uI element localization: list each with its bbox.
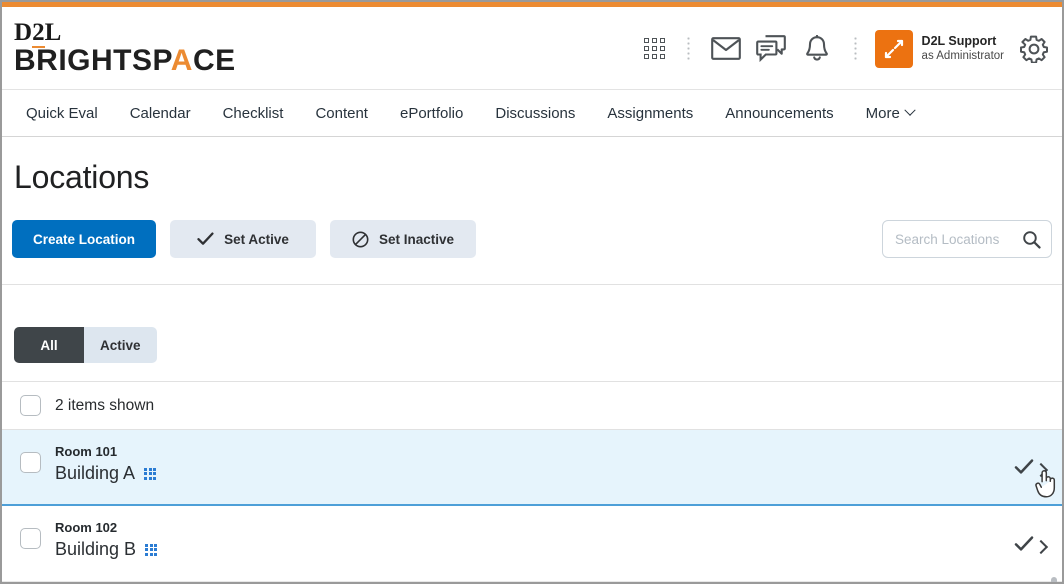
user-info: D2L Support as Administrator xyxy=(922,34,1004,64)
nav-label: More xyxy=(865,104,900,122)
no-entry-icon xyxy=(352,231,369,248)
user-menu[interactable]: D2L Support as Administrator xyxy=(874,29,1004,68)
filter-tabs-row: All Active xyxy=(2,285,1062,363)
nav-label: Content xyxy=(315,104,368,122)
search-box[interactable] xyxy=(882,220,1052,258)
drag-grid-icon[interactable] xyxy=(144,467,157,480)
list-header: 2 items shown xyxy=(2,382,1062,430)
nav-label: Discussions xyxy=(495,104,576,122)
nav-item-discussions[interactable]: Discussions xyxy=(479,105,591,122)
row-checkbox[interactable] xyxy=(20,452,41,473)
row-content: Room 102 Building B xyxy=(55,520,158,560)
row-checkbox[interactable] xyxy=(20,528,41,549)
search-input[interactable] xyxy=(893,230,1022,248)
header-divider-1 xyxy=(686,35,690,62)
row-subtitle-line: Building B xyxy=(55,539,158,560)
nav-label: Quick Eval xyxy=(26,104,98,122)
row-subtitle: Building A xyxy=(55,463,136,483)
chevron-right-icon[interactable] xyxy=(1033,539,1049,554)
nav-item-calendar[interactable]: Calendar xyxy=(114,105,207,122)
tab-active-label: Active xyxy=(100,337,141,353)
row-title: Room 101 xyxy=(55,444,118,459)
header-actions: D2L Support as Administrator xyxy=(637,7,1048,90)
row-actions[interactable] xyxy=(1014,535,1049,554)
select-all-checkbox[interactable] xyxy=(20,395,41,416)
set-active-button[interactable]: Set Active xyxy=(170,220,316,258)
create-location-button[interactable]: Create Location xyxy=(12,220,156,258)
nav-label: Checklist xyxy=(222,104,284,122)
action-toolbar: Create Location Set Active Set Inactive xyxy=(2,196,1062,258)
nav-label: Announcements xyxy=(725,104,834,122)
set-inactive-label: Set Inactive xyxy=(378,231,455,247)
nav-item-content[interactable]: Content xyxy=(299,105,384,122)
user-role: as Administrator xyxy=(921,50,1004,63)
tab-active[interactable]: Active xyxy=(84,327,157,363)
user-name: D2L Support xyxy=(921,33,997,48)
chevron-right-icon[interactable] xyxy=(1033,462,1049,478)
search-container xyxy=(882,220,1052,258)
row-subtitle: Building B xyxy=(55,539,137,559)
brightspace-wordmark: BRIGHTSPACE xyxy=(14,44,236,77)
avatar xyxy=(874,29,913,68)
app-header: D2L BRIGHTSPACE D2L Support as Administr… xyxy=(2,7,1062,90)
row-title: Room 102 xyxy=(55,520,118,535)
page-scrollbar-thumb[interactable] xyxy=(1051,577,1057,582)
d2l-wordmark: D2L xyxy=(14,19,62,48)
brightspace-logo[interactable]: D2L BRIGHTSPACE xyxy=(2,19,236,77)
set-active-label: Set Active xyxy=(224,231,289,247)
nav-label: ePortfolio xyxy=(399,104,464,122)
page-scrollbar[interactable] xyxy=(1047,87,1060,582)
tab-all-label: All xyxy=(40,337,58,353)
nav-item-eportfolio[interactable]: ePortfolio xyxy=(384,105,479,122)
chevron-down-icon xyxy=(904,104,916,116)
checkmark-icon[interactable] xyxy=(1014,459,1034,475)
nav-item-quick-eval[interactable]: Quick Eval xyxy=(10,105,114,122)
apps-grid-icon[interactable] xyxy=(637,31,673,67)
nav-label: Assignments xyxy=(607,104,694,122)
search-icon[interactable] xyxy=(1022,230,1041,249)
tab-all[interactable]: All xyxy=(14,327,84,363)
nav-item-announcements[interactable]: Announcements xyxy=(709,105,849,122)
checkmark-icon[interactable] xyxy=(1014,535,1034,552)
row-actions[interactable] xyxy=(1014,459,1049,478)
page-title: Locations xyxy=(14,159,150,195)
nav-item-checklist[interactable]: Checklist xyxy=(207,105,300,122)
nav-label: Calendar xyxy=(129,104,191,122)
filter-tabs: All Active xyxy=(14,327,157,363)
header-divider-2 xyxy=(853,35,857,62)
nav-item-assignments[interactable]: Assignments xyxy=(591,105,709,122)
browser-page: D2L BRIGHTSPACE D2L Support as Administr… xyxy=(0,0,1064,584)
nav-item-more[interactable]: More xyxy=(850,105,930,122)
main-navigation: Quick Eval Calendar Checklist Content eP… xyxy=(2,90,1062,137)
table-row[interactable]: Room 101 Building A xyxy=(2,430,1062,506)
envelope-icon[interactable] xyxy=(704,31,748,67)
row-subtitle-line: Building A xyxy=(55,463,157,484)
items-shown-label: 2 items shown xyxy=(55,396,155,414)
create-location-label: Create Location xyxy=(32,231,136,247)
chat-bubble-icon[interactable] xyxy=(748,31,794,67)
table-row[interactable]: Room 102 Building B xyxy=(2,506,1062,582)
checkmark-icon xyxy=(197,232,214,246)
set-inactive-button[interactable]: Set Inactive xyxy=(330,220,476,258)
gear-icon[interactable] xyxy=(1020,35,1048,63)
row-content: Room 101 Building A xyxy=(55,444,157,484)
drag-grid-icon[interactable] xyxy=(145,543,158,556)
apps-grid-glyph xyxy=(644,38,666,59)
bell-icon[interactable] xyxy=(794,31,840,67)
